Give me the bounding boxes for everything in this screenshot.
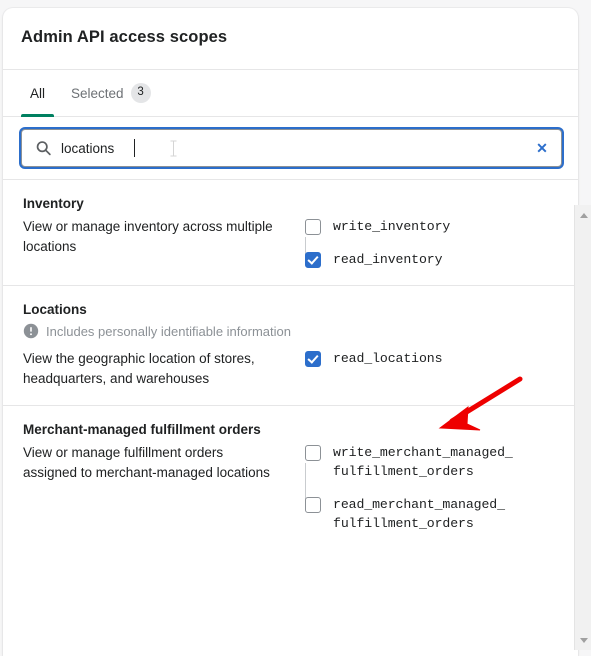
scope-label[interactable]: read_inventory [333, 250, 443, 269]
section-body: View the geographic location of stores, … [21, 349, 560, 389]
tab-all-label: All [30, 85, 46, 101]
section-description: View or manage fulfillment orders assign… [23, 445, 270, 480]
scopes-scroll-area: Inventory View or manage inventory acros… [3, 179, 578, 549]
scope-list: write_merchant_managed_ fulfillment_orde… [279, 443, 560, 533]
vertical-scrollbar[interactable] [574, 205, 591, 650]
alert-circle-icon [23, 323, 39, 339]
card-header: Admin API access scopes [3, 8, 578, 70]
scrollbar-up-arrow-icon[interactable] [575, 207, 591, 223]
tab-selected[interactable]: Selected 3 [58, 70, 164, 116]
tab-selected-label: Selected [71, 85, 124, 101]
scope-row[interactable]: read_inventory [305, 250, 560, 269]
checkbox-write-merchant-managed-fulfillment-orders[interactable] [305, 445, 321, 461]
scope-label[interactable]: read_locations [333, 349, 443, 368]
text-caret [134, 139, 135, 157]
section-title: Inventory [23, 196, 84, 211]
section-body: View or manage fulfillment orders assign… [21, 443, 560, 533]
scope-list: read_locations [279, 349, 560, 368]
scope-label[interactable]: read_merchant_managed_ fulfillment_order… [333, 495, 505, 533]
scope-label[interactable]: write_inventory [333, 217, 450, 236]
tab-all[interactable]: All [17, 70, 58, 117]
page-title: Admin API access scopes [21, 28, 228, 46]
scope-section-inventory: Inventory View or manage inventory acros… [3, 180, 578, 286]
section-description: View or manage inventory across multiple… [23, 219, 273, 254]
checkbox-read-inventory[interactable] [305, 252, 321, 268]
search-input[interactable] [22, 130, 561, 166]
scope-row[interactable]: write_merchant_managed_ fulfillment_orde… [305, 443, 560, 481]
scope-row[interactable]: read_merchant_managed_ fulfillment_order… [305, 495, 560, 533]
scope-list: write_inventory read_inventory [279, 217, 560, 269]
section-body: View or manage inventory across multiple… [21, 217, 560, 269]
pii-text: Includes personally identifiable informa… [46, 323, 291, 339]
scope-label[interactable]: write_merchant_managed_ fulfillment_orde… [333, 443, 513, 481]
scope-row[interactable]: read_locations [305, 349, 560, 368]
tab-bar: All Selected 3 [3, 70, 578, 117]
tab-selected-badge: 3 [130, 83, 151, 103]
search-container: ✕ [3, 117, 578, 179]
checkbox-read-locations[interactable] [305, 351, 321, 367]
checkbox-read-merchant-managed-fulfillment-orders[interactable] [305, 497, 321, 513]
section-title: Locations [23, 302, 87, 317]
section-description: View the geographic location of stores, … [23, 351, 255, 386]
admin-api-scopes-card: Admin API access scopes All Selected 3 l… [3, 8, 578, 656]
scope-section-locations: Locations Includes personally identifiab… [3, 286, 578, 406]
scrollbar-thumb[interactable] [576, 223, 591, 633]
search-box[interactable]: ✕ [21, 129, 562, 167]
clear-search-button[interactable]: ✕ [533, 139, 551, 157]
scrollbar-down-arrow-icon[interactable] [575, 632, 591, 648]
scope-section-merchant-managed-fulfillment-orders: Merchant-managed fulfillment orders View… [3, 406, 578, 549]
checkbox-write-inventory[interactable] [305, 219, 321, 235]
pii-notice: Includes personally identifiable informa… [23, 323, 560, 339]
scope-row[interactable]: write_inventory [305, 217, 560, 236]
section-title: Merchant-managed fulfillment orders [23, 422, 261, 437]
